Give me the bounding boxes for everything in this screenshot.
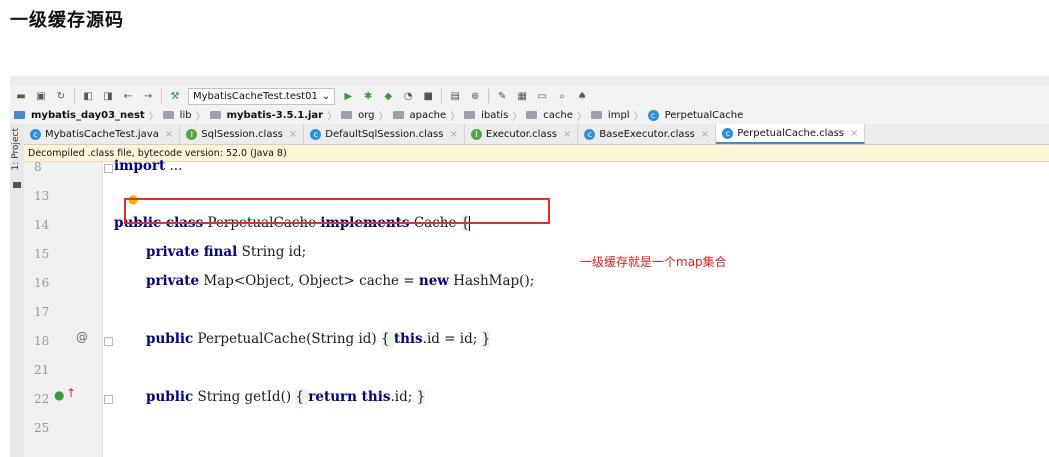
- code-line: import ...: [114, 158, 183, 174]
- crumb-apache[interactable]: apache: [410, 110, 447, 121]
- class-icon: c: [584, 128, 596, 140]
- crumb-class[interactable]: PerpetualCache: [665, 110, 744, 121]
- tab-defaultsqlsession[interactable]: c DefaultSqlSession.class ×: [304, 124, 465, 144]
- build-hammer-icon[interactable]: ⚒: [168, 89, 182, 103]
- main-toolbar: ▬ ▣ ↻ ◧ ◨ ← → ⚒ MybatisCacheTest.test01 …: [10, 86, 1049, 106]
- code-line: private final String id;: [146, 244, 307, 260]
- close-icon[interactable]: ×: [563, 129, 571, 140]
- search-icon[interactable]: ⌕: [555, 89, 569, 103]
- package-icon: [464, 111, 476, 119]
- tab-perpetualcache[interactable]: c PerpetualCache.class ×: [716, 124, 866, 144]
- class-icon: c: [722, 127, 734, 139]
- crumb-project-folder-icon: [14, 110, 27, 121]
- crumb-cache[interactable]: cache: [543, 110, 573, 121]
- profile-icon[interactable]: ◔: [401, 89, 415, 103]
- implements-icon[interactable]: ●: [54, 388, 64, 402]
- tab-baseexecutor[interactable]: c BaseExecutor.class ×: [578, 124, 717, 144]
- vcs-icon[interactable]: ▤: [448, 89, 462, 103]
- redo-icon[interactable]: ◨: [101, 89, 115, 103]
- run-icon[interactable]: ▶: [341, 89, 355, 103]
- crumb-org[interactable]: org: [358, 110, 374, 121]
- run-config-label: MybatisCacheTest.test01: [193, 90, 318, 102]
- project-panel-label[interactable]: 1: Project: [11, 128, 21, 170]
- fold-icon[interactable]: [104, 395, 113, 404]
- line-number: 22: [34, 392, 50, 406]
- line-number: 17: [34, 305, 50, 319]
- code-line: private Map<Object, Object> cache = new …: [146, 273, 535, 289]
- interface-icon: I: [186, 128, 198, 140]
- package-icon: [392, 111, 404, 119]
- line-number: 25: [34, 421, 50, 435]
- ide-window: ▬ ▣ ↻ ◧ ◨ ← → ⚒ MybatisCacheTest.test01 …: [10, 76, 1049, 457]
- crumb-jar[interactable]: mybatis-3.5.1.jar: [227, 110, 324, 121]
- close-icon[interactable]: ×: [449, 129, 457, 140]
- run-config-select[interactable]: MybatisCacheTest.test01 ⌄: [188, 87, 336, 105]
- back-icon[interactable]: ←: [121, 89, 135, 103]
- interface-icon: I: [470, 128, 482, 140]
- line-number: 13: [34, 189, 50, 203]
- crumb-ibatis[interactable]: ibatis: [481, 110, 508, 121]
- line-number: 8: [34, 160, 42, 174]
- tab-executor[interactable]: I Executor.class ×: [465, 124, 579, 144]
- line-number: 16: [34, 276, 50, 290]
- coverage-icon[interactable]: ◆: [381, 89, 395, 103]
- crumb-impl[interactable]: impl: [608, 110, 630, 121]
- code-line: public String getId() { return this.id; …: [146, 389, 426, 405]
- chevron-down-icon: ⌄: [321, 90, 331, 102]
- project-structure-icon[interactable]: ▦: [515, 89, 529, 103]
- tab-mybatiscachetest[interactable]: c MybatisCacheTest.java ×: [24, 124, 181, 144]
- override-at-icon[interactable]: @: [76, 330, 88, 344]
- menu-bar[interactable]: [10, 76, 1049, 86]
- forward-icon[interactable]: →: [141, 89, 155, 103]
- class-icon: c: [30, 128, 41, 140]
- class-icon: c: [647, 109, 659, 121]
- settings-wrench-icon[interactable]: ✎: [495, 89, 509, 103]
- tab-sqlsession[interactable]: I SqlSession.class ×: [180, 124, 305, 144]
- terminal-icon[interactable]: ▭: [535, 89, 549, 103]
- page-heading: 一级缓存源码: [10, 10, 124, 31]
- fold-icon[interactable]: [104, 337, 113, 346]
- package-icon: [526, 111, 538, 119]
- crumb-lib[interactable]: lib: [180, 110, 192, 121]
- line-number: 18: [34, 334, 50, 348]
- breadcrumb: mybatis_day03_nest 〉 lib 〉 mybatis-3.5.1.j…: [10, 106, 1049, 125]
- stop-icon[interactable]: ■: [421, 89, 435, 103]
- highlight-box: [124, 198, 550, 224]
- undo-icon[interactable]: ◧: [81, 89, 95, 103]
- class-icon: c: [310, 128, 322, 140]
- package-icon: [341, 111, 353, 119]
- save-icon[interactable]: ▣: [34, 89, 48, 103]
- project-tool-strip[interactable]: 1: Project: [10, 124, 25, 457]
- annotation-text: 一级缓存就是一个map集合: [580, 255, 727, 269]
- close-icon[interactable]: ×: [165, 129, 173, 140]
- sync-icon[interactable]: ↻: [54, 89, 68, 103]
- open-folder-icon[interactable]: ▬: [14, 89, 28, 103]
- folder-icon: [162, 111, 174, 119]
- plugin-icon[interactable]: ♠: [575, 89, 589, 103]
- line-number: 14: [34, 218, 50, 232]
- fold-icon[interactable]: [104, 164, 113, 173]
- crumb-project[interactable]: mybatis_day03_nest: [31, 110, 145, 121]
- line-number: 21: [34, 363, 50, 377]
- close-icon[interactable]: ×: [289, 129, 297, 140]
- line-number: 15: [34, 247, 50, 261]
- package-icon: [590, 111, 602, 119]
- folder-icon: [13, 182, 21, 188]
- zoom-icon[interactable]: ⊕: [468, 89, 482, 103]
- close-icon[interactable]: ×: [850, 128, 858, 139]
- code-line: public PerpetualCache(String id) { this.…: [146, 331, 491, 347]
- editor-tabs: c MybatisCacheTest.java × I SqlSession.clas…: [24, 124, 1049, 145]
- up-arrow-icon[interactable]: ↑: [66, 386, 76, 400]
- close-icon[interactable]: ×: [701, 129, 709, 140]
- debug-icon[interactable]: ✱: [361, 89, 375, 103]
- jar-icon: [209, 111, 221, 119]
